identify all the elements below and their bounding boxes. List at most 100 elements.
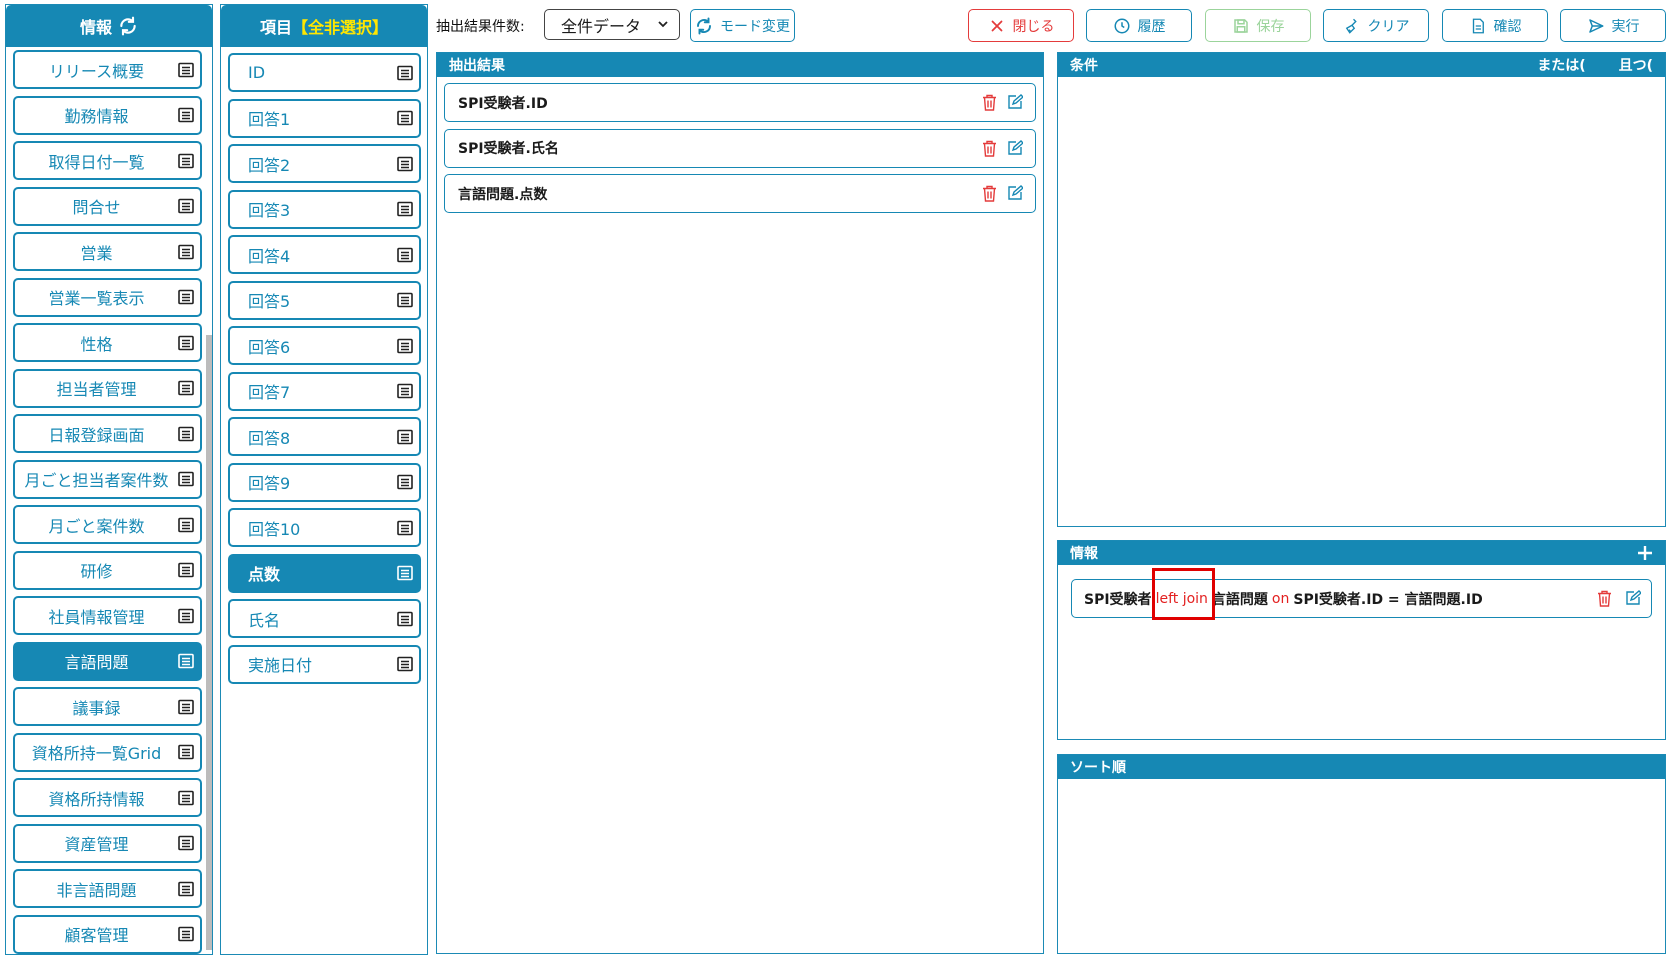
table-item[interactable]: 日報登録画面 [13, 414, 202, 453]
edit-icon[interactable] [1625, 590, 1641, 606]
list-icon [397, 383, 413, 399]
run-label: 実行 [1611, 18, 1640, 35]
confirm-button[interactable]: 確認 [1442, 9, 1548, 42]
join-row[interactable]: SPI受験者 left join 言語問題 on SPI受験者.ID = 言語問… [1071, 568, 1652, 620]
field-item[interactable]: 回答6 [228, 326, 421, 365]
mode-change-button[interactable]: モード変更 [690, 9, 795, 42]
table-item[interactable]: 月ごと案件数 [13, 505, 202, 544]
save-button[interactable]: 保存 [1205, 9, 1311, 42]
table-item-label: 研修 [80, 562, 113, 581]
chevron-down-icon [658, 21, 668, 28]
field-item-label: 回答2 [248, 155, 291, 175]
table-item[interactable]: 勤務情報 [13, 95, 202, 135]
table-item[interactable]: 月ごと担当者案件数 [13, 459, 202, 499]
history-label: 履歴 [1137, 18, 1166, 35]
table-item[interactable]: 営業 [13, 232, 202, 271]
table-item-label: 性格 [80, 334, 113, 354]
table-item[interactable]: 議事録 [13, 687, 202, 726]
table-item[interactable]: 担当者管理 [13, 368, 202, 408]
field-item[interactable]: 回答2 [228, 144, 421, 183]
trash-icon[interactable] [982, 140, 997, 157]
list-icon [397, 247, 413, 262]
table-list-scrollbar[interactable] [206, 335, 212, 950]
trash-icon[interactable] [1597, 590, 1612, 607]
list-icon [178, 926, 194, 942]
result-item-label: 言語問題.点数 [458, 186, 548, 203]
table-item-label: 非言語問題 [56, 880, 137, 900]
list-icon [397, 338, 413, 353]
extract-result-header: 抽出結果 [437, 53, 1043, 77]
field-item[interactable]: 回答7 [228, 371, 421, 411]
field-item[interactable]: 回答3 [228, 189, 421, 229]
clear-button[interactable]: クリア [1323, 9, 1429, 42]
list-icon [178, 426, 194, 441]
table-item[interactable]: 言語問題 [13, 641, 202, 681]
table-item[interactable]: 問合せ [13, 186, 202, 226]
field-item[interactable]: 回答4 [228, 235, 421, 274]
condition-header: 条件 または( 且つ( [1058, 53, 1665, 77]
table-item-label: 日報登録画面 [48, 425, 145, 445]
trash-icon[interactable] [982, 94, 997, 111]
result-item[interactable]: SPI受験者.氏名 [444, 128, 1036, 168]
table-list-header: 情報 [6, 5, 212, 47]
field-item-label: 回答10 [248, 519, 301, 539]
refresh-icon[interactable] [118, 16, 138, 36]
field-item[interactable]: 点数 [228, 553, 421, 593]
table-item[interactable]: 取得日付一覧 [13, 141, 202, 180]
field-item[interactable]: ID [228, 53, 421, 92]
edit-icon[interactable] [1007, 185, 1023, 201]
list-icon [397, 656, 413, 672]
trash-icon[interactable] [982, 185, 997, 202]
run-button[interactable]: 実行 [1560, 9, 1666, 42]
table-item-label: 資格所持一覧Grid [31, 744, 162, 763]
table-item[interactable]: 資産管理 [13, 823, 202, 863]
edit-icon[interactable] [1007, 139, 1023, 156]
table-item-label: 営業 [80, 243, 113, 263]
result-item[interactable]: SPI受験者.ID [444, 83, 1036, 122]
list-icon [178, 62, 194, 77]
list-icon [397, 611, 413, 626]
table-item[interactable]: 社員情報管理 [13, 596, 202, 635]
field-item-label: ID [248, 63, 266, 82]
field-list-header: 項目 【全非選択】 [221, 5, 427, 47]
field-item-label: 回答8 [248, 428, 291, 448]
select-all-toggle[interactable]: 【全非選択】 [292, 14, 388, 38]
plus-icon[interactable] [1637, 545, 1653, 561]
list-icon [178, 289, 194, 305]
history-button[interactable]: 履歴 [1086, 9, 1192, 42]
or-group-button[interactable]: または( [1537, 58, 1585, 74]
table-item[interactable]: 営業一覧表示 [13, 277, 202, 317]
field-list-title: 項目 [259, 18, 292, 37]
on-keyword: on [1271, 590, 1290, 607]
table-item[interactable]: 研修 [13, 550, 202, 590]
table-item-label: 月ごと担当者案件数 [24, 471, 169, 490]
table-item[interactable]: 非言語問題 [13, 869, 202, 908]
table-item[interactable]: リリース概要 [13, 50, 202, 89]
table-item[interactable]: 顧客管理 [13, 914, 202, 954]
table-item-label: リリース概要 [48, 61, 145, 81]
result-item[interactable]: 言語問題.点数 [444, 174, 1036, 213]
send-icon [1588, 18, 1603, 33]
table-item[interactable]: 性格 [13, 323, 202, 362]
list-icon [397, 292, 413, 308]
list-icon [178, 198, 194, 214]
field-item[interactable]: 回答9 [228, 462, 421, 502]
join-condition: SPI受験者.ID = 言語問題.ID [1293, 591, 1483, 608]
and-group-button[interactable]: 且つ( [1619, 58, 1653, 74]
table-item[interactable]: 資格所持情報 [13, 778, 202, 817]
field-item[interactable]: 回答10 [228, 508, 421, 547]
list-icon [397, 474, 413, 490]
field-item[interactable]: 回答5 [228, 280, 421, 320]
table-item[interactable]: 資格所持一覧Grid [13, 732, 202, 772]
field-item[interactable]: 回答1 [228, 98, 421, 138]
table-item-label: 取得日付一覧 [48, 152, 145, 172]
edit-icon[interactable] [1007, 94, 1023, 110]
field-item[interactable]: 実施日付 [228, 644, 421, 684]
join-info-header: 情報 [1058, 541, 1665, 565]
close-button[interactable]: 閉じる [968, 9, 1074, 42]
result-count-select[interactable]: 全件データ [544, 9, 680, 40]
field-item[interactable]: 氏名 [228, 599, 421, 638]
join-info-title: 情報 [1070, 546, 1098, 562]
field-item[interactable]: 回答8 [228, 417, 421, 456]
clear-label: クリア [1367, 18, 1410, 35]
